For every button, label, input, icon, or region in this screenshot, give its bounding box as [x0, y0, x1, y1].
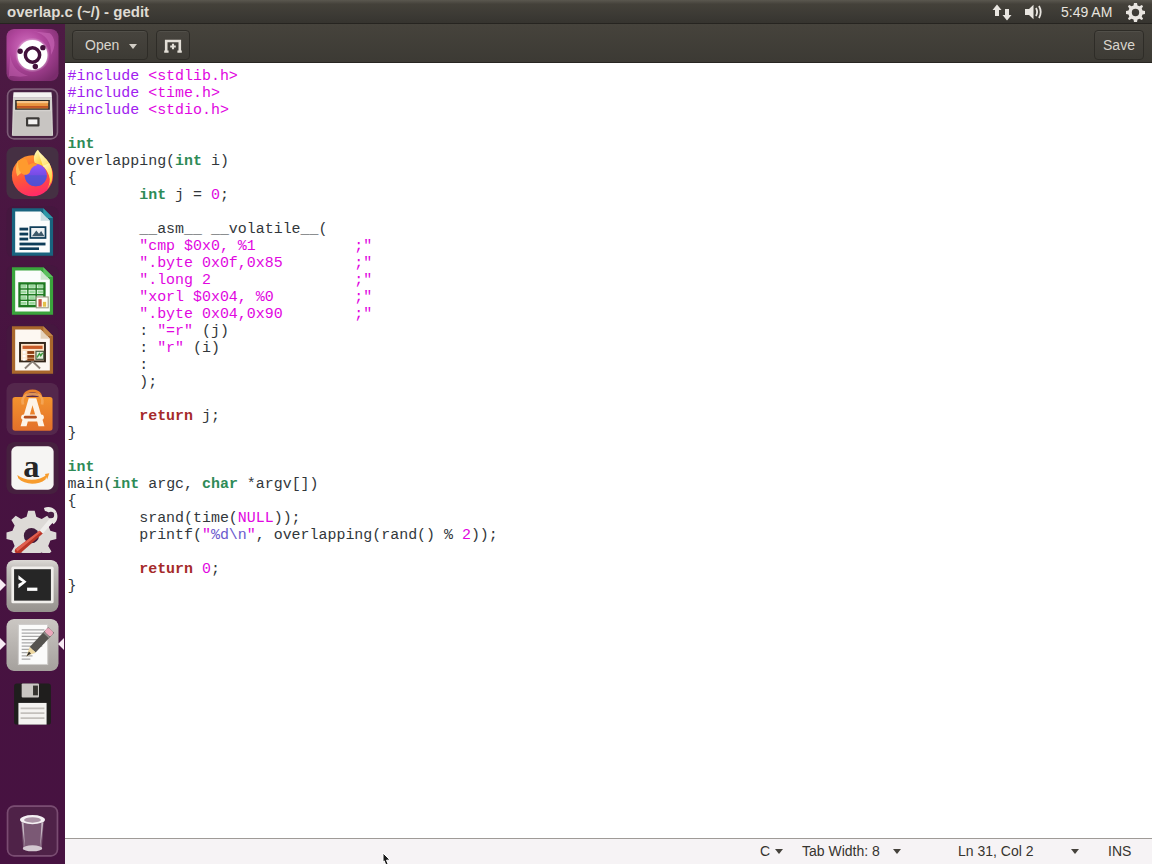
svg-text:a: a [23, 448, 39, 484]
